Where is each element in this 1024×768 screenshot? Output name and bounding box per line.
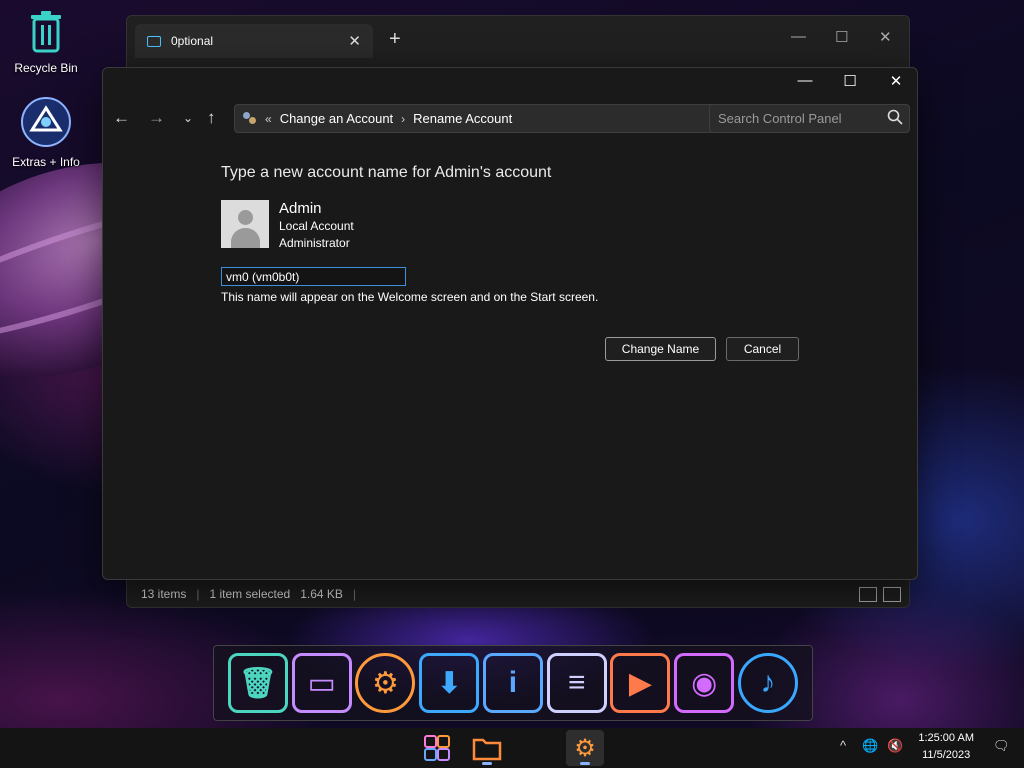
explorer-tab-title: 0ptional (171, 34, 214, 48)
status-separator: | (352, 587, 357, 601)
selection-count: 1 item selected (209, 587, 291, 601)
explorer-status-bar: 13 items | 1 item selected 1.64 KB | (127, 581, 909, 607)
close-icon[interactable]: ✕ (884, 72, 908, 90)
info-icon[interactable]: i (482, 653, 543, 713)
clock-date: 11/5/2023 (922, 749, 971, 761)
notifications-icon[interactable]: 🗨 (993, 738, 1010, 754)
recent-locations-chevron-icon[interactable]: ⌄ (183, 111, 193, 125)
breadcrumb-overflow-icon[interactable]: « (265, 112, 272, 126)
page-title: Type a new account name for Admin's acco… (221, 164, 552, 181)
start-button[interactable] (418, 730, 456, 766)
settings-icon[interactable]: ⚙ (355, 653, 416, 713)
desktop-icon-label: Recycle Bin (14, 61, 78, 75)
settings-icon: ⚙ (574, 734, 596, 762)
folder-icon (472, 738, 502, 761)
close-icon[interactable]: ✕ (879, 28, 892, 46)
search-input[interactable] (718, 111, 878, 126)
name-hint-text: This name will appear on the Welcome scr… (221, 290, 599, 304)
dialog-buttons: Change Name Cancel (605, 337, 799, 361)
view-toggle (859, 587, 901, 602)
taskbar-settings[interactable]: ⚙ (566, 730, 604, 766)
minimize-icon[interactable]: — (791, 28, 806, 45)
details-view-icon[interactable] (859, 587, 877, 602)
navigation-bar: ← → ⌄ ↑ « Change an Account › Rename Acc… (103, 104, 917, 134)
music-icon[interactable]: ♪ (738, 653, 798, 713)
desktop-icon-extras-info[interactable]: Extras + Info (0, 96, 92, 169)
maximize-icon[interactable]: ☐ (838, 72, 862, 90)
taskbar-clock[interactable]: 1:25:00 AM 11/5/2023 (918, 730, 974, 764)
account-info: Admin Local Account Administrator (279, 200, 354, 251)
taskbar-file-explorer[interactable] (468, 730, 506, 766)
breadcrumb-separator-icon: › (401, 111, 406, 126)
control-panel-window: — ☐ ✕ ← → ⌄ ↑ « Change an Account › Rena… (102, 67, 918, 580)
notes-icon[interactable]: ≡ (546, 653, 607, 713)
download-icon[interactable]: ⬇ (419, 653, 480, 713)
cancel-button[interactable]: Cancel (726, 337, 799, 361)
maximize-icon[interactable]: ☐ (835, 28, 848, 46)
close-tab-icon[interactable]: ✕ (348, 32, 361, 50)
up-arrow-icon[interactable]: ↑ (207, 108, 216, 128)
desktop-icon-label: Extras + Info (12, 155, 80, 169)
trash-icon[interactable]: 🗑 (227, 653, 288, 713)
account-role: Administrator (279, 236, 350, 250)
start-icon (424, 735, 450, 761)
back-arrow-icon[interactable]: ← (113, 108, 130, 128)
show-hidden-icons-chevron-icon[interactable]: ^ (840, 738, 846, 753)
rename-account-panel: Type a new account name for Admin's acco… (221, 164, 901, 304)
desktop-icon-recycle-bin[interactable]: Recycle Bin (0, 10, 92, 75)
user-accounts-icon (243, 111, 259, 126)
search-box[interactable] (709, 104, 910, 133)
new-account-name-field[interactable] (221, 267, 406, 286)
account-card: Admin Local Account Administrator (221, 200, 901, 251)
extras-info-icon (0, 96, 92, 151)
folder-icon (147, 35, 161, 47)
selection-size: 1.64 KB (300, 587, 343, 601)
explorer-tab[interactable]: 0ptional ✕ (135, 24, 373, 58)
taskbar: ⚙ ^ 🌐 🔇 1:25:00 AM 11/5/2023 🗨 (0, 728, 1024, 768)
clock-time: 1:25:00 AM (918, 732, 974, 744)
video-icon[interactable]: ▶ (610, 653, 671, 713)
change-name-button[interactable]: Change Name (605, 337, 716, 361)
status-separator: | (196, 587, 200, 601)
account-name: Admin (279, 200, 322, 217)
network-globe-icon[interactable]: 🌐 (862, 738, 878, 754)
item-count: 13 items (141, 587, 187, 601)
title-bar: — ☐ ✕ (103, 68, 917, 100)
app-dock: 🗑 ▭ ⚙ ⬇ i ≡ ▶ ◉ ♪ (213, 645, 813, 721)
breadcrumb-change-account[interactable]: Change an Account (280, 111, 393, 126)
account-type: Local Account (279, 219, 354, 233)
running-indicator (482, 762, 492, 765)
avatar (221, 200, 269, 248)
explorer-tab-bar: 0ptional ✕ + — ☐ ✕ (127, 16, 909, 66)
forward-arrow-icon[interactable]: → (148, 108, 165, 128)
tiles-view-icon[interactable] (883, 587, 901, 602)
minimize-icon[interactable]: — (793, 72, 817, 89)
new-tab-button[interactable]: + (389, 28, 401, 51)
breadcrumb-rename-account[interactable]: Rename Account (413, 111, 512, 126)
monitor-icon[interactable]: ▭ (291, 653, 352, 713)
recycle-bin-icon (0, 10, 92, 57)
volume-muted-icon[interactable]: 🔇 (887, 738, 903, 754)
search-icon[interactable] (887, 109, 903, 128)
running-indicator (580, 762, 590, 765)
camera-icon[interactable]: ◉ (674, 653, 735, 713)
